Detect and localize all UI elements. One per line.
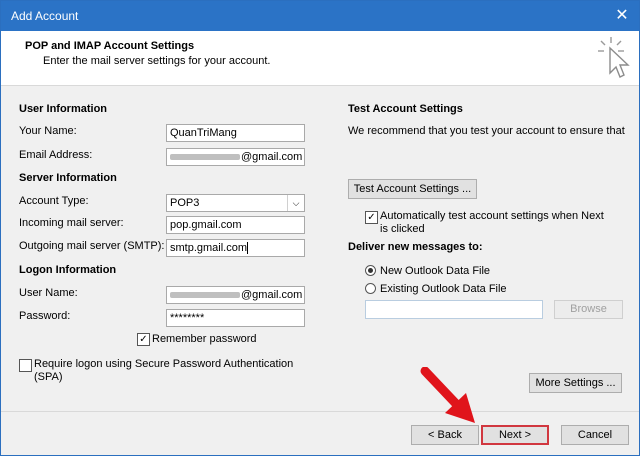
incoming-server-value: pop.gmail.com bbox=[170, 219, 242, 231]
new-data-file-radio[interactable] bbox=[365, 265, 376, 276]
header-subtitle: Enter the mail server settings for your … bbox=[43, 55, 271, 67]
account-type-value: POP3 bbox=[170, 197, 200, 209]
remember-password-checkbox[interactable]: ✓ bbox=[137, 333, 150, 346]
click-cursor-icon bbox=[598, 37, 630, 78]
radio-selected-dot bbox=[368, 268, 373, 273]
back-button[interactable]: < Back bbox=[411, 425, 479, 445]
browse-button[interactable]: Browse bbox=[554, 300, 623, 319]
auto-test-label-line1: Automatically test account settings when… bbox=[380, 210, 604, 222]
close-icon[interactable]: ✕ bbox=[605, 1, 639, 31]
account-type-label: Account Type: bbox=[19, 195, 89, 207]
user-name-label: User Name: bbox=[19, 287, 78, 299]
spa-label-line1: Require logon using Secure Password Auth… bbox=[34, 358, 294, 370]
redacted-text bbox=[170, 292, 240, 299]
incoming-server-label: Incoming mail server: bbox=[19, 217, 124, 229]
test-settings-description: We recommend that you test your account … bbox=[348, 125, 625, 137]
chevron-down-icon[interactable]: ⌵ bbox=[287, 195, 304, 211]
title-bar: Add Account ✕ bbox=[1, 1, 639, 31]
data-file-path-input[interactable] bbox=[365, 300, 543, 319]
window-title: Add Account bbox=[11, 9, 79, 23]
user-name-value: @gmail.com bbox=[241, 289, 303, 301]
email-address-input[interactable]: @gmail.com bbox=[166, 148, 305, 166]
footer-divider bbox=[1, 411, 639, 412]
header-title: POP and IMAP Account Settings bbox=[25, 40, 195, 52]
user-info-heading: User Information bbox=[19, 103, 108, 115]
email-address-value: @gmail.com bbox=[241, 151, 303, 163]
dialog-header: POP and IMAP Account Settings Enter the … bbox=[1, 31, 639, 86]
existing-data-file-label: Existing Outlook Data File bbox=[380, 283, 507, 295]
existing-data-file-radio[interactable] bbox=[365, 283, 376, 294]
more-settings-button[interactable]: More Settings ... bbox=[529, 373, 622, 393]
incoming-server-input[interactable]: pop.gmail.com bbox=[166, 216, 305, 234]
email-address-label: Email Address: bbox=[19, 149, 93, 161]
outgoing-server-label: Outgoing mail server (SMTP): bbox=[19, 240, 165, 252]
your-name-input[interactable]: QuanTriMang bbox=[166, 124, 305, 142]
auto-test-label-line2: is clicked bbox=[380, 223, 425, 235]
red-annotation-arrow-icon bbox=[420, 367, 475, 423]
text-caret bbox=[247, 242, 249, 255]
your-name-value: QuanTriMang bbox=[170, 127, 237, 139]
user-name-input[interactable]: @gmail.com bbox=[166, 286, 305, 304]
test-account-settings-button[interactable]: Test Account Settings ... bbox=[348, 179, 477, 199]
new-data-file-label: New Outlook Data File bbox=[380, 265, 491, 277]
your-name-label: Your Name: bbox=[19, 125, 77, 137]
next-button[interactable]: Next > bbox=[481, 425, 549, 445]
spa-checkbox[interactable] bbox=[19, 359, 32, 372]
password-input[interactable]: ******** bbox=[166, 309, 305, 327]
add-account-window: Add Account ✕ POP and IMAP Account Setti… bbox=[0, 0, 640, 456]
account-type-select[interactable]: POP3 ⌵ bbox=[166, 194, 305, 212]
outgoing-server-value: smtp.gmail.com bbox=[170, 242, 248, 254]
cancel-button[interactable]: Cancel bbox=[561, 425, 629, 445]
password-label: Password: bbox=[19, 310, 71, 322]
server-info-heading: Server Information bbox=[19, 172, 117, 184]
auto-test-checkbox[interactable]: ✓ bbox=[365, 211, 378, 224]
outgoing-server-input[interactable]: smtp.gmail.com bbox=[166, 239, 305, 257]
test-settings-heading: Test Account Settings bbox=[348, 103, 463, 115]
logon-info-heading: Logon Information bbox=[19, 264, 117, 276]
spa-label-line2: (SPA) bbox=[34, 371, 63, 383]
remember-password-label: Remember password bbox=[152, 333, 257, 345]
redacted-text bbox=[170, 154, 240, 161]
deliver-messages-heading: Deliver new messages to: bbox=[348, 241, 483, 253]
password-value: ******** bbox=[170, 312, 205, 324]
